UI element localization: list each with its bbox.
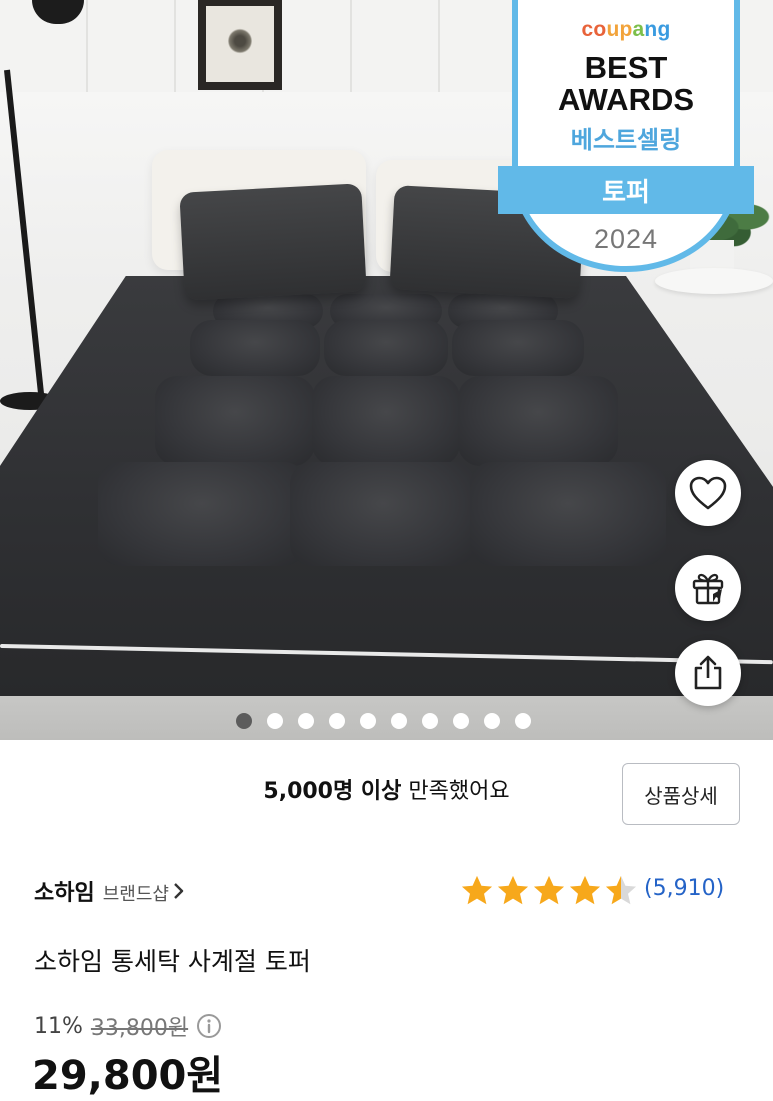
badge-title-line1: BEST: [584, 50, 668, 85]
topper-quilt-cell: [312, 376, 460, 466]
topper-quilt-cell: [470, 462, 666, 566]
rating-stars[interactable]: [460, 874, 638, 906]
carousel-dot[interactable]: [236, 713, 252, 729]
brand-shop-link[interactable]: 브랜드샵: [103, 880, 169, 906]
gift-icon: [692, 573, 724, 605]
carousel-indicator[interactable]: [236, 713, 531, 729]
badge-year: 2024: [593, 224, 659, 254]
logo-letter: u: [606, 18, 620, 41]
carousel-dot[interactable]: [360, 713, 376, 729]
topper-quilt-cell: [324, 320, 448, 376]
logo-letter: p: [619, 18, 633, 41]
review-count[interactable]: (5,910): [644, 876, 724, 901]
badge-category-ribbon: 토퍼: [498, 166, 754, 214]
carousel-dot[interactable]: [298, 713, 314, 729]
topper-quilt-cell: [458, 376, 618, 466]
topper-quilt-cell: [290, 462, 476, 566]
star-icon: [497, 875, 529, 905]
chevron-right-icon: [174, 883, 184, 899]
satisfaction-suffix: 만족했어요: [401, 779, 510, 804]
logo-letter: c: [581, 18, 594, 41]
topper-quilt-cell: [98, 462, 306, 566]
product-detail-button[interactable]: 상품상세: [622, 763, 740, 825]
topper-quilt-cell: [452, 320, 584, 376]
original-price: 33,800원: [90, 1016, 189, 1041]
coupang-logo: coupang: [512, 18, 740, 42]
carousel-dot[interactable]: [453, 713, 469, 729]
carousel-dot[interactable]: [329, 713, 345, 729]
topper-quilt-cell: [155, 376, 315, 466]
brand-row: 소하임 브랜드샵: [34, 875, 185, 907]
badge-title: BEST AWARDS: [512, 52, 740, 116]
discount-row: 11% 33,800원: [34, 1010, 222, 1042]
product-image[interactable]: coupang BEST AWARDS 베스트셀링 토퍼 2024: [0, 0, 773, 740]
badge-category: 토퍼: [602, 177, 650, 208]
product-title: 소하임 통세탁 사계절 토퍼: [34, 947, 311, 976]
info-icon[interactable]: [196, 1013, 222, 1039]
logo-letter: a: [632, 18, 645, 41]
dark-pillow-left: [179, 183, 367, 301]
carousel-dot[interactable]: [267, 713, 283, 729]
heart-icon: [689, 476, 727, 510]
gift-button[interactable]: [675, 555, 741, 621]
discount-rate: 11%: [34, 1013, 83, 1039]
star-icon: [605, 875, 637, 905]
carousel-dot[interactable]: [515, 713, 531, 729]
star-icon: [461, 875, 493, 905]
carousel-dot[interactable]: [422, 713, 438, 729]
logo-letter: g: [657, 18, 671, 41]
carousel-dot[interactable]: [484, 713, 500, 729]
share-button[interactable]: [675, 640, 741, 706]
star-icon: [533, 875, 565, 905]
best-awards-badge: coupang BEST AWARDS 베스트셀링 토퍼 2024: [498, 0, 754, 272]
share-icon: [694, 655, 722, 690]
star-icon: [569, 875, 601, 905]
badge-title-line2: AWARDS: [557, 82, 695, 117]
logo-letter: o: [593, 18, 607, 41]
topper-quilt-cell: [190, 320, 320, 376]
badge-korean-label: 베스트셀링: [570, 126, 682, 154]
wall-picture-frame: [198, 0, 282, 90]
brand-name[interactable]: 소하임: [34, 875, 95, 907]
sale-price: 29,800원: [32, 1053, 224, 1099]
logo-letter: n: [644, 18, 658, 41]
satisfaction-count: 5,000명 이상: [263, 779, 402, 804]
wishlist-button[interactable]: [675, 460, 741, 526]
carousel-dot[interactable]: [391, 713, 407, 729]
